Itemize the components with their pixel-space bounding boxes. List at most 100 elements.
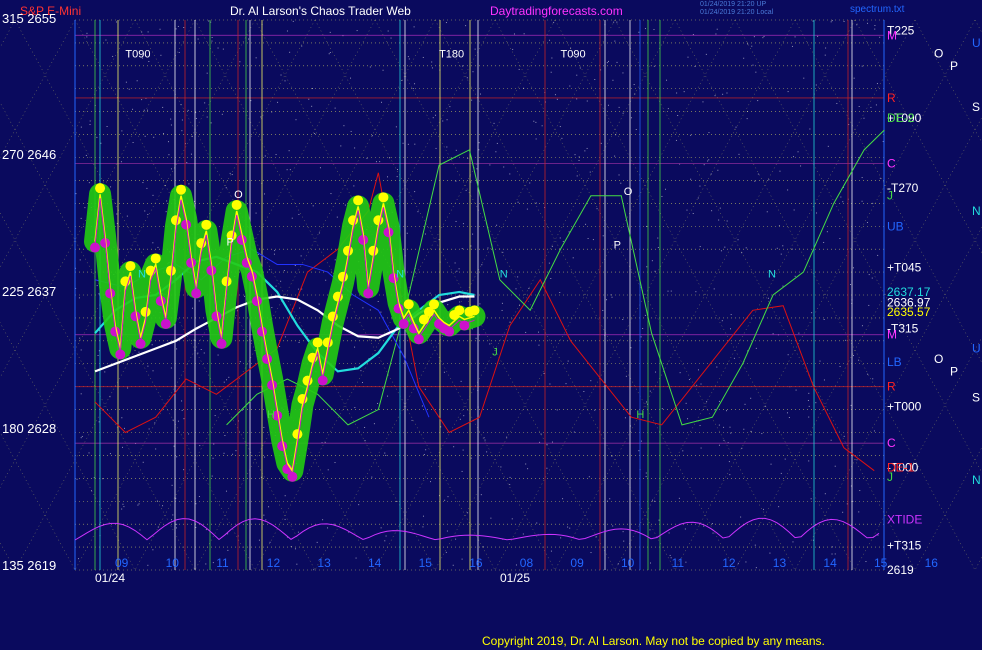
background-dot	[257, 254, 259, 256]
background-dot	[424, 388, 426, 390]
right-axis-label: C	[887, 157, 896, 171]
background-dot	[817, 35, 819, 37]
background-dot	[200, 349, 202, 351]
lattice-line	[734, 116, 982, 571]
background-dot	[387, 176, 389, 178]
background-dot	[123, 506, 125, 508]
background-dot	[772, 333, 774, 335]
background-dot	[298, 341, 300, 343]
background-dot	[861, 177, 863, 179]
background-dot	[147, 564, 149, 566]
background-dot	[431, 61, 433, 63]
background-dot	[80, 217, 82, 219]
background-dot	[755, 71, 757, 73]
background-dot	[823, 379, 825, 381]
background-dot	[509, 173, 511, 175]
background-dot	[622, 72, 624, 74]
background-dot	[446, 119, 448, 121]
background-dot	[170, 367, 172, 369]
background-dot	[284, 495, 286, 497]
background-dot	[843, 435, 845, 437]
background-dot	[711, 523, 713, 525]
background-dot	[650, 562, 652, 564]
right-axis-label: J	[887, 470, 893, 484]
background-dot	[483, 437, 485, 439]
background-dot	[462, 449, 464, 451]
x-tick-label: 12	[722, 556, 736, 570]
background-dot	[395, 126, 397, 128]
background-dot	[654, 500, 656, 502]
background-dot	[856, 459, 858, 461]
high-dot	[469, 305, 480, 316]
background-dot	[569, 527, 571, 529]
background-dot	[79, 259, 81, 261]
x-tick-label: 15	[874, 556, 888, 570]
background-dot	[616, 61, 618, 63]
background-dot	[228, 376, 230, 378]
background-dot	[834, 553, 836, 555]
background-dot	[208, 20, 210, 22]
background-dot	[644, 314, 646, 316]
background-dot	[638, 450, 640, 452]
background-dot	[181, 400, 183, 402]
background-dot	[344, 204, 346, 206]
background-dot	[655, 371, 657, 373]
background-dot	[729, 474, 731, 476]
background-dot	[810, 498, 812, 500]
background-dot	[205, 563, 207, 565]
background-dot	[527, 468, 529, 470]
background-dot	[559, 292, 561, 294]
background-dot	[859, 490, 861, 492]
background-dot	[88, 452, 90, 454]
background-dot	[551, 245, 553, 247]
background-dot	[794, 275, 796, 277]
background-dot	[729, 426, 731, 428]
background-dot	[264, 155, 266, 157]
background-dot	[850, 284, 852, 286]
background-dot	[75, 193, 77, 195]
background-dot	[211, 475, 213, 477]
background-dot	[76, 478, 78, 480]
background-dot	[541, 125, 543, 127]
background-dot	[327, 527, 329, 529]
background-dot	[868, 274, 870, 276]
background-dot	[667, 108, 669, 110]
background-dot	[543, 372, 545, 374]
background-dot	[325, 279, 327, 281]
background-dot	[503, 166, 505, 168]
background-dot	[579, 67, 581, 69]
background-dot	[223, 452, 225, 454]
background-dot	[80, 349, 82, 351]
background-dot	[327, 469, 329, 471]
background-dot	[78, 297, 80, 299]
background-dot	[839, 366, 841, 368]
background-dot	[334, 107, 336, 109]
background-dot	[633, 84, 635, 86]
background-dot	[334, 462, 336, 464]
background-dot	[414, 191, 416, 193]
background-dot	[754, 544, 756, 546]
background-dot	[586, 147, 588, 149]
background-dot	[154, 422, 156, 424]
background-dot	[336, 216, 338, 218]
background-dot	[710, 173, 712, 175]
time-mark-label: T180	[439, 49, 464, 61]
background-dot	[396, 176, 398, 178]
background-dot	[382, 387, 384, 389]
background-dot	[443, 371, 445, 373]
background-dot	[188, 183, 190, 185]
background-dot	[718, 400, 720, 402]
background-dot	[172, 514, 174, 516]
background-dot	[614, 155, 616, 157]
background-dot	[809, 128, 811, 130]
background-dot	[414, 83, 416, 85]
background-dot	[467, 512, 469, 514]
background-dot	[697, 369, 699, 371]
high-dot	[176, 184, 187, 195]
high-dot	[454, 305, 465, 316]
right-axis-label: +T315	[887, 539, 922, 553]
background-dot	[517, 201, 519, 203]
background-dot	[461, 558, 463, 560]
lattice-line	[0, 19, 16, 49]
background-dot	[340, 145, 342, 147]
